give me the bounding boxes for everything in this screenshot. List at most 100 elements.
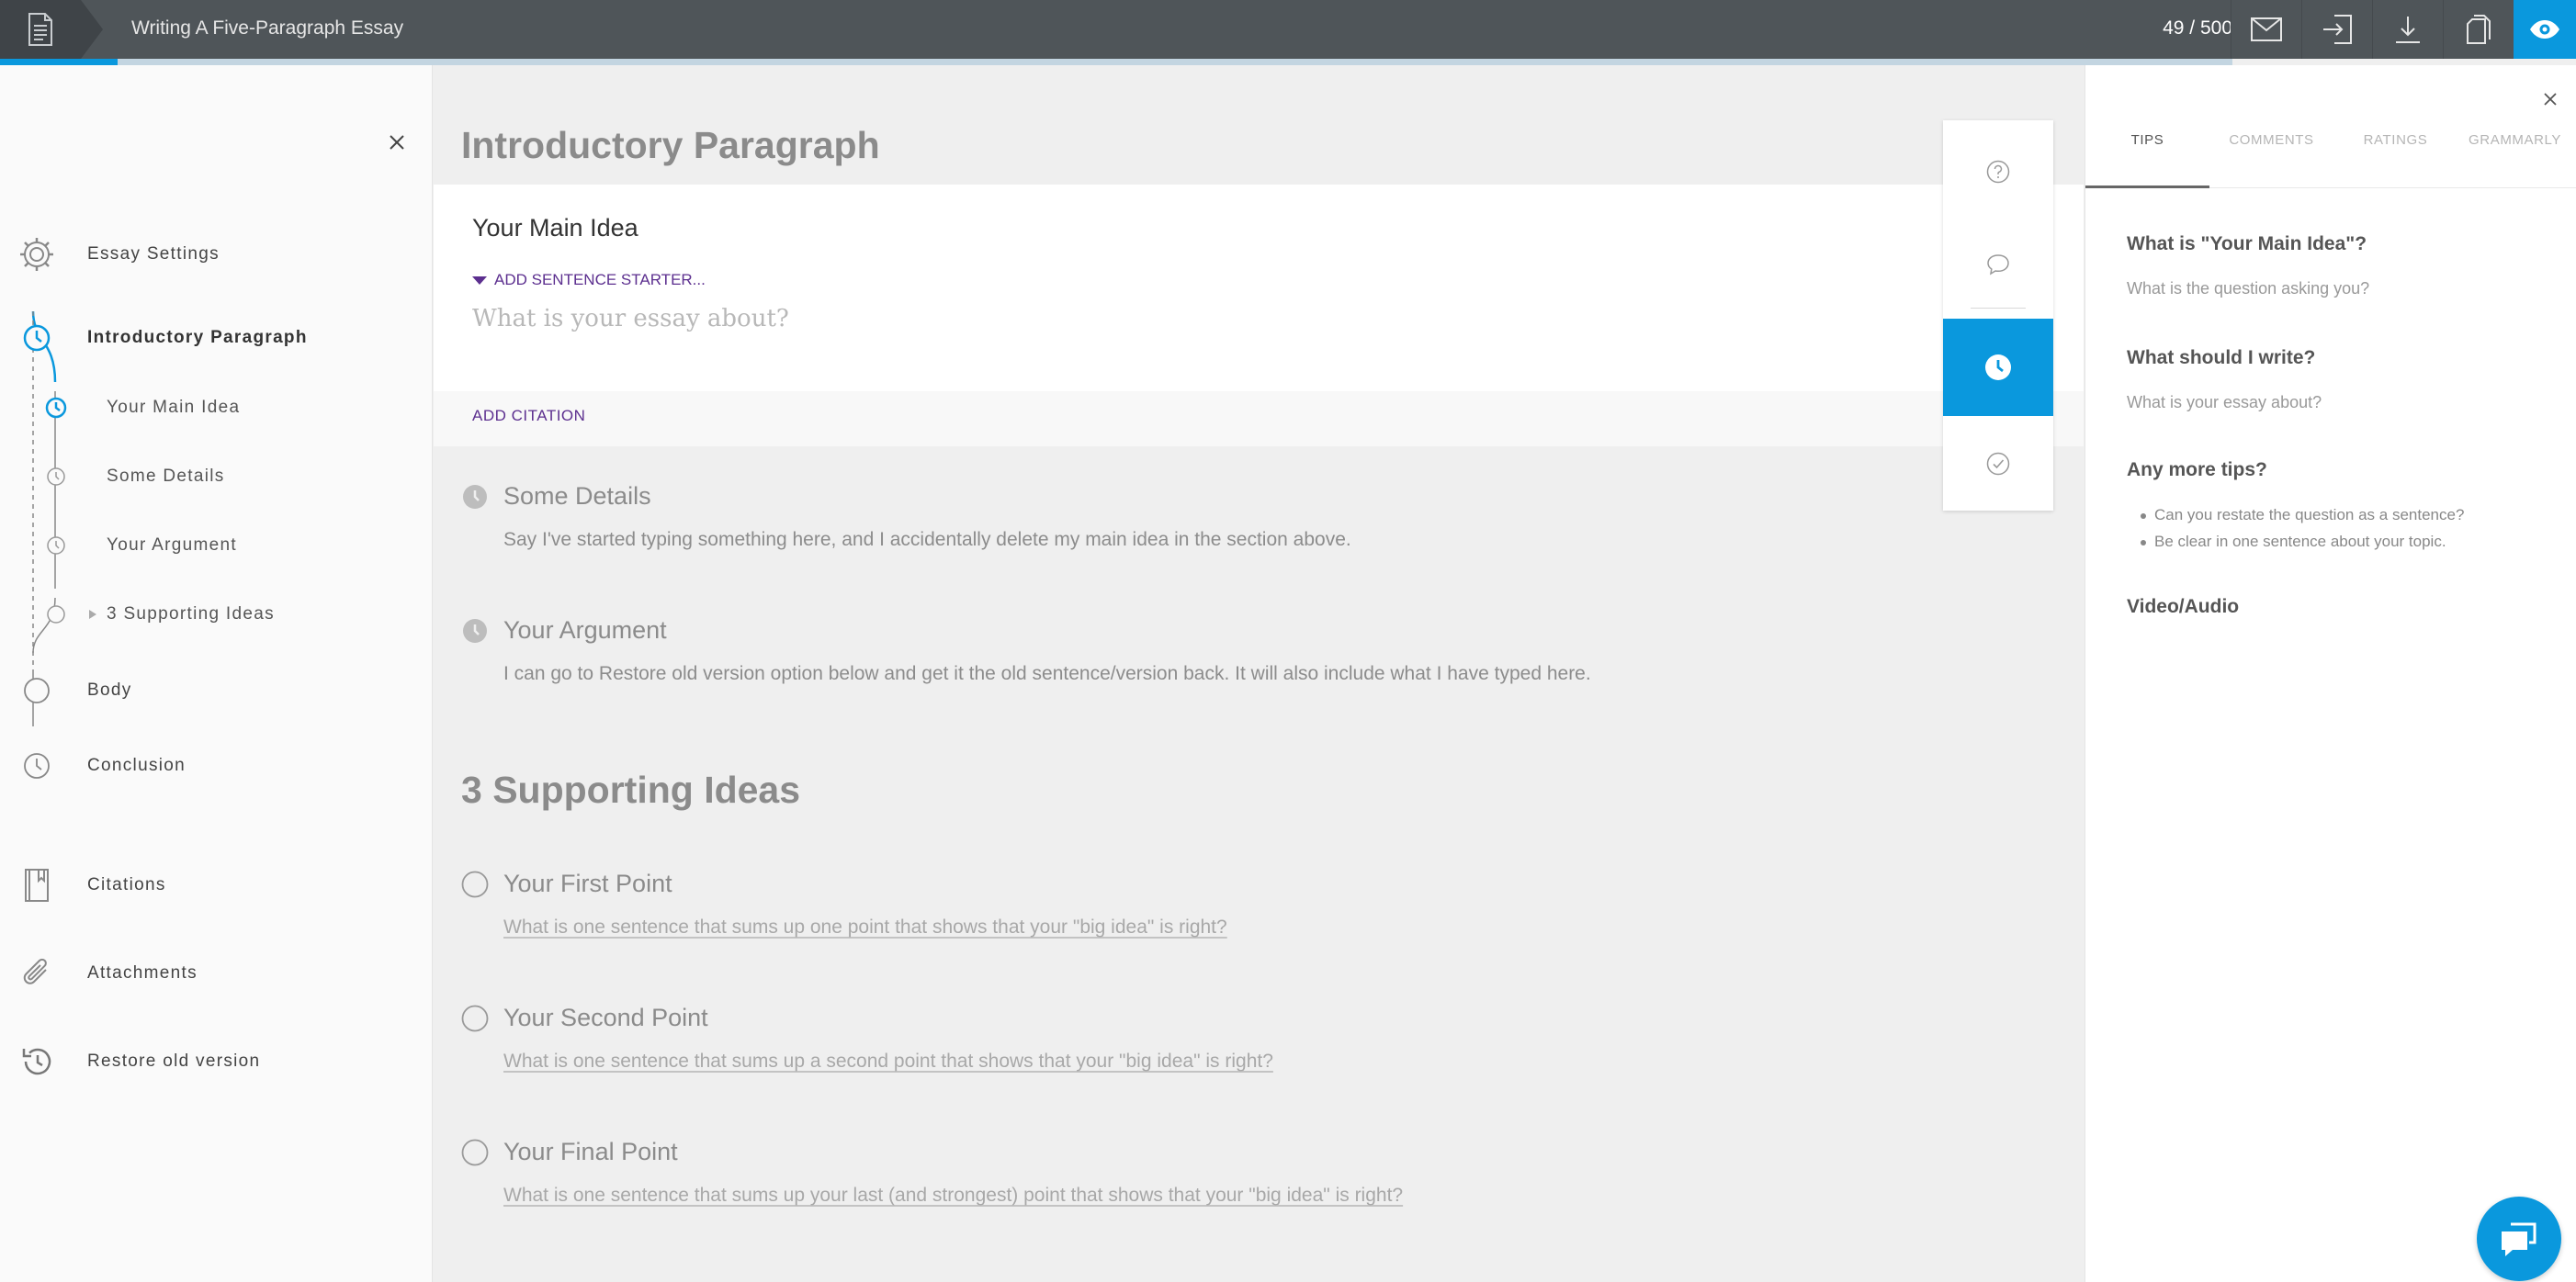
circle-icon — [461, 871, 489, 898]
history-button[interactable] — [1943, 319, 2053, 416]
close-panel-button[interactable] — [2537, 86, 2563, 112]
sidebar-item-some-details[interactable]: Some Details — [0, 451, 433, 502]
word-count: 49 / 500 — [2163, 17, 2232, 39]
question-title: Your Final Point — [503, 1138, 678, 1165]
help-button[interactable] — [1943, 120, 2053, 223]
add-sentence-starter-label: ADD SENTENCE STARTER... — [494, 271, 706, 288]
sidebar-item-label: Restore old version — [87, 1051, 261, 1071]
title-chevron — [81, 0, 103, 59]
sidebar-item-label: Your Argument — [107, 535, 237, 555]
sidebar-item-your-main-idea[interactable]: Your Main Idea — [0, 382, 433, 433]
download-icon — [2394, 15, 2422, 44]
card-footer — [434, 391, 2084, 446]
sidebar-item-label: Attachments — [87, 963, 198, 983]
sidebar-item-label: Some Details — [107, 467, 225, 486]
sidebar-item-conclusion[interactable]: Conclusion — [0, 740, 433, 792]
question-title: Your Second Point — [503, 1004, 708, 1031]
paperclip-icon — [18, 955, 55, 992]
tip-heading: What should I write? — [2127, 347, 2316, 368]
history-icon — [18, 1043, 55, 1080]
import-icon — [2322, 14, 2353, 45]
tab-tips[interactable]: TIPS — [2085, 122, 2209, 188]
sidebar-item-3-supporting-ideas[interactable]: 3 Supporting Ideas — [0, 589, 433, 640]
download-button[interactable] — [2372, 0, 2443, 59]
tips-panel: TIPS COMMENTS RATINGS GRAMMARLY What is … — [2085, 65, 2576, 1282]
clock-icon — [44, 465, 68, 489]
clock-icon — [18, 748, 55, 784]
sidebar-item-essay-settings[interactable]: Essay Settings — [0, 229, 433, 280]
close-sidebar-button[interactable] — [384, 129, 410, 155]
sidebar-item-citations[interactable]: Citations — [0, 860, 433, 911]
preview-button[interactable] — [2514, 0, 2576, 59]
question-prompt-text[interactable]: What is one sentence that sums up one po… — [503, 917, 1227, 939]
top-bar: Writing A Five-Paragraph Essay 49 / 500 — [0, 0, 2576, 65]
toolbar-divider — [1971, 308, 2026, 309]
tip-heading: Any more tips? — [2127, 459, 2267, 480]
sidebar-item-label: Conclusion — [87, 756, 186, 775]
sidebar-item-body[interactable]: Body — [0, 665, 433, 716]
sidebar-item-label: Essay Settings — [87, 244, 220, 264]
gear-icon — [18, 236, 55, 273]
panel-tabs: TIPS COMMENTS RATINGS GRAMMARLY — [2085, 122, 2576, 188]
circle-icon — [44, 602, 68, 626]
help-icon — [1986, 160, 2010, 184]
section-title-supporting-ideas: 3 Supporting Ideas — [461, 769, 801, 811]
sidebar-item-label: Your Main Idea — [107, 398, 241, 417]
question-prompt-text[interactable]: What is one sentence that sums up a seco… — [503, 1051, 1273, 1073]
sidebar: Essay Settings Introductory Paragraph Yo… — [0, 65, 433, 1282]
sidebar-item-your-argument[interactable]: Your Argument — [0, 520, 433, 571]
sidebar-item-restore-old-version[interactable]: Restore old version — [0, 1036, 433, 1087]
circle-icon — [18, 672, 55, 709]
comment-button[interactable] — [1943, 223, 2053, 306]
tip-list: Can you restate the question as a senten… — [2141, 506, 2464, 559]
tab-grammarly[interactable]: GRAMMARLY — [2453, 122, 2576, 188]
tab-comments[interactable]: COMMENTS — [2209, 122, 2333, 188]
clock-icon — [1984, 354, 2012, 381]
clock-icon — [461, 617, 489, 645]
add-sentence-starter-button[interactable]: ADD SENTENCE STARTER... — [472, 271, 706, 289]
mail-icon — [2251, 17, 2282, 41]
sidebar-item-label: Body — [87, 680, 132, 700]
sidebar-item-label: Introductory Paragraph — [87, 328, 308, 347]
chat-launcher-button[interactable] — [2477, 1197, 2561, 1281]
circle-icon — [461, 1139, 489, 1166]
document-icon[interactable] — [0, 0, 81, 59]
sidebar-item-label: 3 Supporting Ideas — [107, 604, 275, 624]
tab-ratings[interactable]: RATINGS — [2333, 122, 2457, 188]
add-citation-button[interactable]: ADD CITATION — [472, 407, 585, 425]
chat-icon — [2498, 1219, 2540, 1259]
clock-icon — [18, 320, 55, 356]
caret-down-icon — [472, 276, 487, 285]
tip-heading: What is "Your Main Idea"? — [2127, 233, 2367, 254]
eye-icon — [2529, 19, 2560, 39]
mark-complete-button[interactable] — [1943, 416, 2053, 511]
tip-text: What is the question asking you? — [2127, 279, 2370, 298]
clock-icon — [44, 534, 68, 557]
editor-main: Introductory Paragraph Your Main Idea AD… — [434, 65, 2084, 1282]
question-title: Your Main Idea — [472, 214, 638, 242]
check-circle-icon — [1986, 452, 2010, 476]
tip-text: What is your essay about? — [2127, 393, 2322, 411]
question-title: Your First Point — [503, 870, 672, 897]
progress-bar — [0, 59, 2232, 65]
section-title: Introductory Paragraph — [461, 124, 880, 166]
question-title: Your Argument — [503, 616, 667, 644]
expand-caret-icon[interactable] — [86, 608, 99, 621]
video-audio-heading[interactable]: Video/Audio — [2127, 596, 2239, 618]
question-answer-text[interactable]: Say I've started typing something here, … — [503, 529, 1351, 551]
copy-button[interactable] — [2443, 0, 2514, 59]
question-title: Some Details — [503, 482, 651, 510]
sidebar-item-attachments[interactable]: Attachments — [0, 948, 433, 999]
circle-icon — [461, 1005, 489, 1032]
import-button[interactable] — [2301, 0, 2372, 59]
comment-icon — [1986, 253, 2010, 276]
book-icon — [18, 867, 55, 904]
main-idea-input[interactable] — [472, 291, 1905, 346]
mail-button[interactable] — [2231, 0, 2301, 59]
question-prompt-text[interactable]: What is one sentence that sums up your l… — [503, 1185, 1403, 1207]
document-title: Writing A Five-Paragraph Essay — [131, 17, 404, 39]
tip-list-item: Can you restate the question as a senten… — [2141, 506, 2464, 524]
sidebar-item-label: Citations — [87, 875, 166, 894]
sidebar-item-introductory-paragraph[interactable]: Introductory Paragraph — [0, 312, 433, 364]
question-answer-text[interactable]: I can go to Restore old version option b… — [503, 663, 1591, 685]
